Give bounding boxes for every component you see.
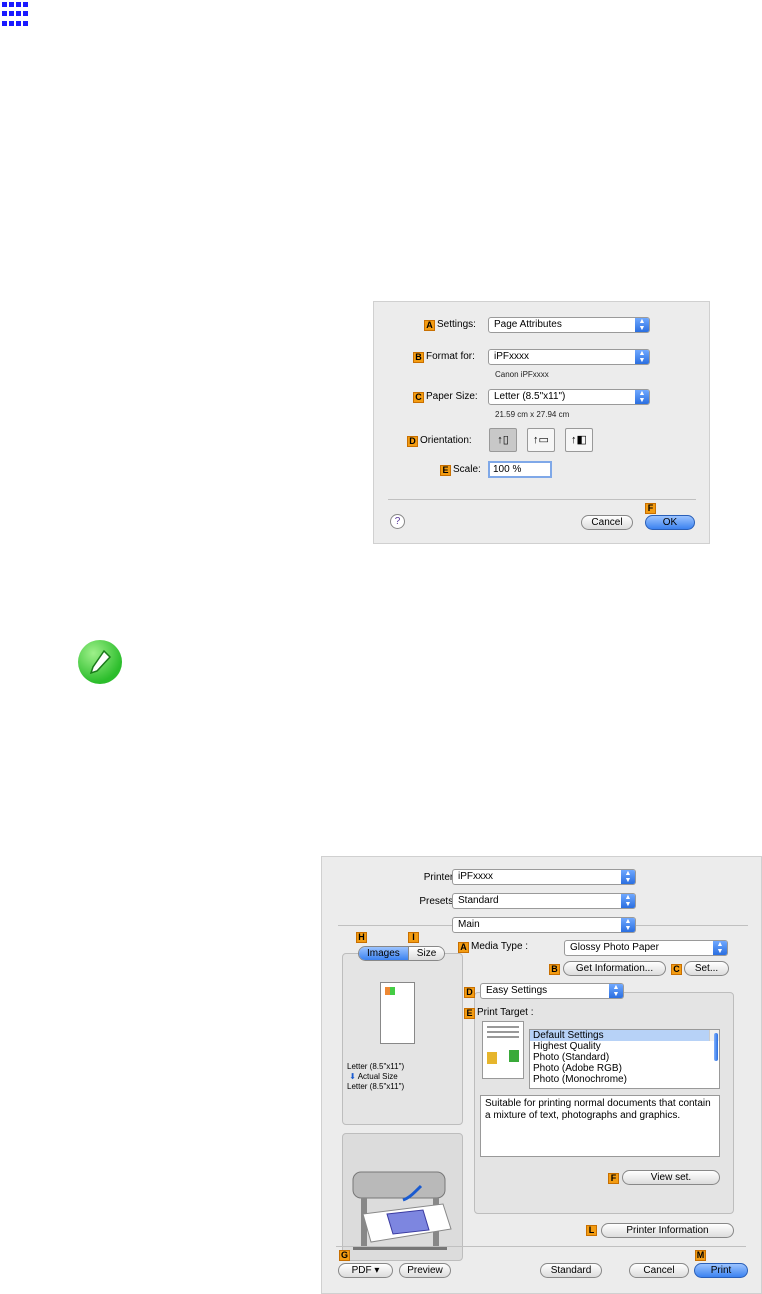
tab-size[interactable]: Size [407, 947, 445, 960]
presets-label: Presets: [419, 896, 456, 907]
orientation-landscape-button[interactable]: ↑▭ [527, 428, 555, 452]
badge-g: G [339, 1250, 350, 1261]
print-target-label: E Print Target : [464, 1007, 534, 1019]
scrollbar[interactable] [709, 1030, 719, 1061]
badge-d: D [464, 987, 475, 998]
presets-popup[interactable]: Standard ▲ ▼ [452, 893, 636, 909]
description-text: Suitable for printing normal documents t… [480, 1095, 720, 1157]
print-dialog: Printer: iPFxxxx ▲ ▼ Presets: Standard ▲ ▼ M… [321, 856, 762, 1294]
badge-d: D [407, 436, 418, 447]
badge-c: C [671, 964, 682, 975]
orientation-label: D Orientation: [407, 435, 472, 447]
page-setup-dialog: A Settings: Page Attributes ▲ ▼ B Format for… [373, 301, 710, 544]
orientation-portrait-button[interactable]: ↑▯ [489, 428, 517, 452]
grid-icon [0, 0, 30, 30]
format-for-subtext: Canon iPFxxxx [495, 370, 549, 379]
note-pencil-icon [78, 640, 122, 684]
media-type-popup[interactable]: Glossy Photo Paper ▲ ▼ [564, 940, 728, 956]
badge-b: B [413, 352, 424, 363]
scale-label: E Scale: [440, 464, 481, 476]
format-for-popup[interactable]: iPFxxxx ▲ ▼ [488, 349, 650, 365]
badge-c: C [413, 392, 424, 403]
target-preview-icon [482, 1021, 524, 1079]
list-item[interactable]: Highest Quality [530, 1041, 719, 1052]
media-type-label: A Media Type : [458, 941, 528, 953]
printer-popup[interactable]: iPFxxxx ▲ ▼ [452, 869, 636, 885]
chevron-updown-icon: ▲ ▼ [621, 918, 635, 932]
paper-size-subtext: 21.59 cm x 27.94 cm [495, 410, 570, 419]
divider [636, 925, 748, 926]
badge-e: E [464, 1008, 475, 1019]
badge-a: A [458, 942, 469, 953]
printer-label: Printer: [423, 872, 456, 883]
badge-m: M [695, 1250, 706, 1261]
mode-popup[interactable]: Easy Settings ▲ ▼ [480, 983, 624, 999]
print-target-list[interactable]: Default Settings Highest Quality Photo (… [529, 1029, 720, 1089]
cancel-button[interactable]: Cancel [581, 515, 633, 530]
badge-b: B [549, 964, 560, 975]
get-information-button[interactable]: Get Information... [563, 961, 666, 976]
printer-information-button[interactable]: Printer Information [601, 1223, 734, 1238]
chevron-updown-icon: ▲ ▼ [621, 894, 635, 908]
image-thumbnail [385, 987, 395, 995]
badge-a: A [424, 320, 435, 331]
chevron-updown-icon: ▲ ▼ [635, 390, 649, 404]
settings-label: A Settings: [424, 319, 476, 331]
panel-popup[interactable]: Main ▲ ▼ [452, 917, 636, 933]
badge-i: I [408, 932, 419, 943]
badge-h: H [356, 932, 367, 943]
badge-f: F [608, 1173, 619, 1184]
format-for-label: B Format for: [413, 351, 475, 363]
pdf-menu-button[interactable]: PDF ▾ [338, 1263, 393, 1278]
standard-button[interactable]: Standard [540, 1263, 602, 1278]
chevron-updown-icon: ▲ ▼ [621, 870, 635, 884]
badge-f: F [645, 503, 656, 514]
divider [338, 925, 454, 926]
chevron-updown-icon: ▲ ▼ [635, 350, 649, 364]
arrow-down-icon: ⬇ [349, 1072, 356, 1081]
print-button[interactable]: Print [694, 1263, 748, 1278]
paper-size-popup[interactable]: Letter (8.5"x11") ▲ ▼ [488, 389, 650, 405]
preview-panel: Letter (8.5"x11") ⬇ Actual Size Letter (… [342, 953, 463, 1125]
badge-e: E [440, 465, 451, 476]
view-set-button[interactable]: View set. [622, 1170, 720, 1185]
help-button[interactable]: ? [390, 514, 405, 529]
chevron-updown-icon: ▲ ▼ [635, 318, 649, 332]
printer-illustration [342, 1133, 463, 1261]
settings-popup[interactable]: Page Attributes ▲ ▼ [488, 317, 650, 333]
badge-l: L [586, 1225, 597, 1236]
tab-images[interactable]: Images [359, 947, 408, 960]
printer-image [352, 1171, 452, 1250]
divider [336, 1246, 746, 1247]
orientation-landscape-reverse-button[interactable]: ↑◧ [565, 428, 593, 452]
list-item[interactable]: Photo (Adobe RGB) [530, 1063, 719, 1074]
preview-tabs: Images Size [358, 946, 446, 961]
page-preview-thumbnail [380, 982, 415, 1044]
divider [388, 499, 696, 500]
scale-field[interactable]: 100 % [488, 461, 552, 478]
ok-button[interactable]: OK [645, 515, 695, 530]
preview-button[interactable]: Preview [399, 1263, 451, 1278]
list-item[interactable]: Photo (Monochrome) [530, 1074, 719, 1085]
set-button[interactable]: Set... [684, 961, 729, 976]
chevron-updown-icon: ▲ ▼ [713, 941, 727, 955]
preview-size-info: Letter (8.5"x11") ⬇ Actual Size Letter (… [347, 1062, 405, 1091]
list-item[interactable]: Default Settings [530, 1030, 719, 1041]
cancel-button[interactable]: Cancel [629, 1263, 689, 1278]
chevron-updown-icon: ▲ ▼ [609, 984, 623, 998]
list-item[interactable]: Photo (Standard) [530, 1052, 719, 1063]
paper-size-label: C Paper Size: [413, 391, 478, 403]
